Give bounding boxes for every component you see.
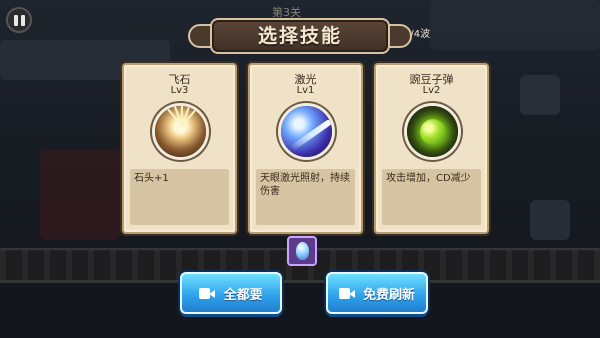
free-refresh-label: 免费刷新	[362, 287, 415, 303]
skill-level: Lv1	[296, 85, 315, 96]
laser-icon	[278, 103, 335, 160]
take-all-label: 全都要	[223, 287, 263, 303]
video-ad-icon	[338, 287, 355, 299]
gem-item[interactable]	[287, 236, 317, 266]
skill-description: 攻击增加，CD减少	[382, 169, 481, 225]
skill-card-pea-bullet[interactable]: 豌豆子弹 Lv2 攻击增加，CD减少	[374, 63, 489, 234]
page-title: 选择技能	[257, 25, 342, 47]
egg-gem-icon	[295, 242, 309, 260]
pause-icon	[13, 14, 18, 26]
pea-bullet-icon	[404, 103, 461, 160]
skill-description: 天眼激光照射，持续伤害	[256, 169, 355, 225]
take-all-button[interactable]: 全都要	[180, 272, 282, 314]
skill-level: Lv3	[170, 85, 189, 96]
video-ad-icon	[199, 287, 216, 299]
flying-stone-icon	[152, 103, 209, 160]
free-refresh-button[interactable]: 免费刷新	[326, 272, 428, 314]
skill-card-laser[interactable]: 激光 Lv1 天眼激光照射，持续伤害	[248, 63, 363, 234]
pause-button[interactable]	[6, 7, 32, 33]
skill-level: Lv2	[422, 85, 441, 96]
skill-description: 石头+1	[130, 169, 229, 225]
title-banner: 选择技能	[182, 14, 418, 60]
skill-card-flying-stone[interactable]: 飞石 Lv3 石头+1	[122, 63, 237, 234]
